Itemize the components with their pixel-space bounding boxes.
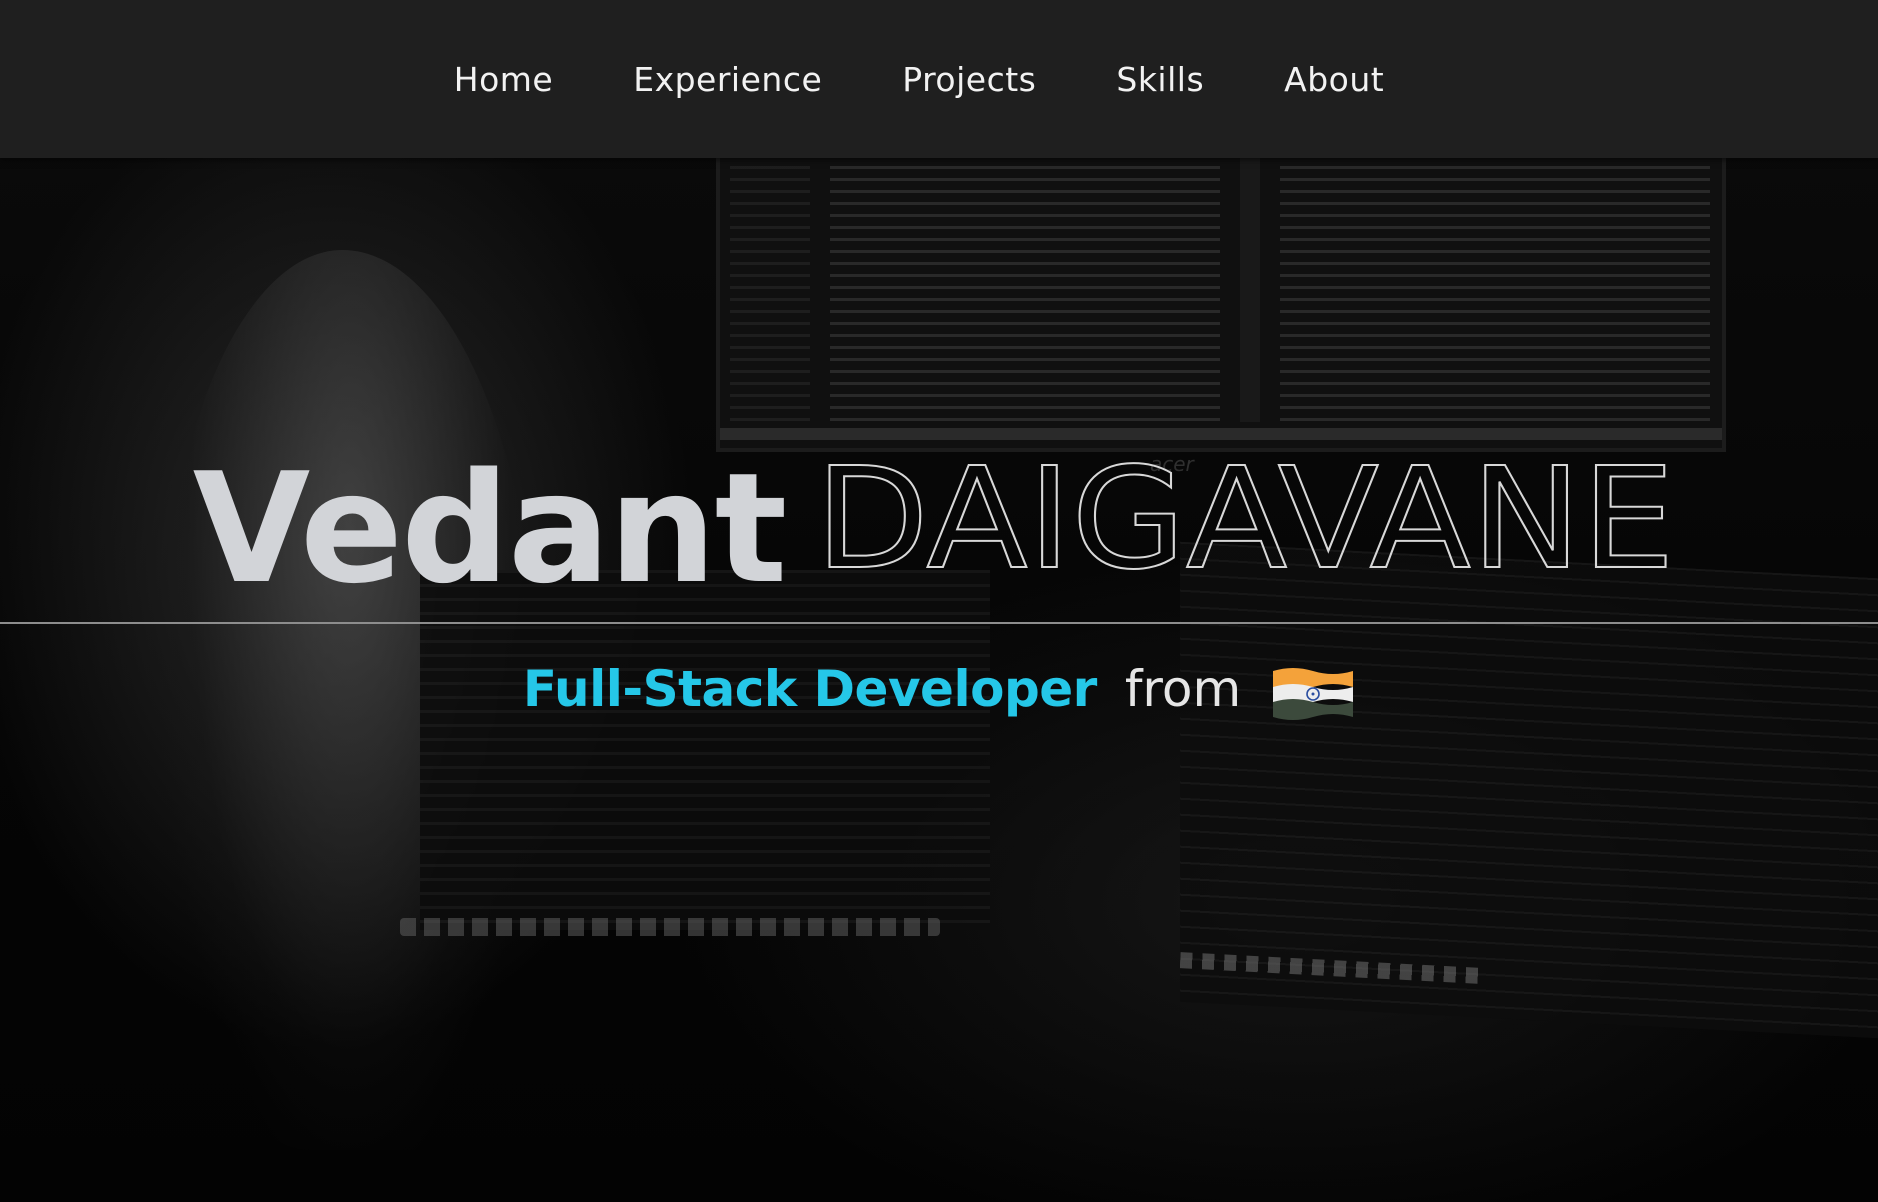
hero-divider	[0, 622, 1878, 624]
hero-role: Full-Stack Developer	[522, 660, 1098, 718]
background-laptop	[420, 570, 990, 930]
hero-last-name-svg: DAIGAVANE	[815, 451, 1676, 581]
hero-tagline: Full-Stack Developer from	[0, 660, 1878, 725]
nav-experience-link[interactable]: Experience	[593, 60, 862, 99]
india-flag-icon	[1271, 665, 1355, 725]
nav-home-link[interactable]: Home	[414, 60, 593, 99]
hero-last-name-wrap: DAIGAVANE	[815, 451, 1685, 581]
page: acer Home Experience Projects Skills Abo…	[0, 0, 1878, 1202]
nav-about-link[interactable]: About	[1244, 60, 1424, 99]
nav-skills-link[interactable]: Skills	[1076, 60, 1244, 99]
nav-list: Home Experience Projects Skills About	[414, 60, 1424, 99]
hero-last-name: DAIGAVANE	[815, 451, 1675, 581]
background-monitor-top	[716, 130, 1726, 452]
hero-name: Vedant DAIGAVANE	[0, 440, 1878, 617]
background-laptop-dock	[400, 918, 940, 936]
hero-first-name: Vedant	[192, 440, 788, 617]
nav-projects-link[interactable]: Projects	[862, 60, 1076, 99]
hero-from-text: from	[1124, 660, 1242, 718]
top-navbar: Home Experience Projects Skills About	[0, 0, 1878, 158]
